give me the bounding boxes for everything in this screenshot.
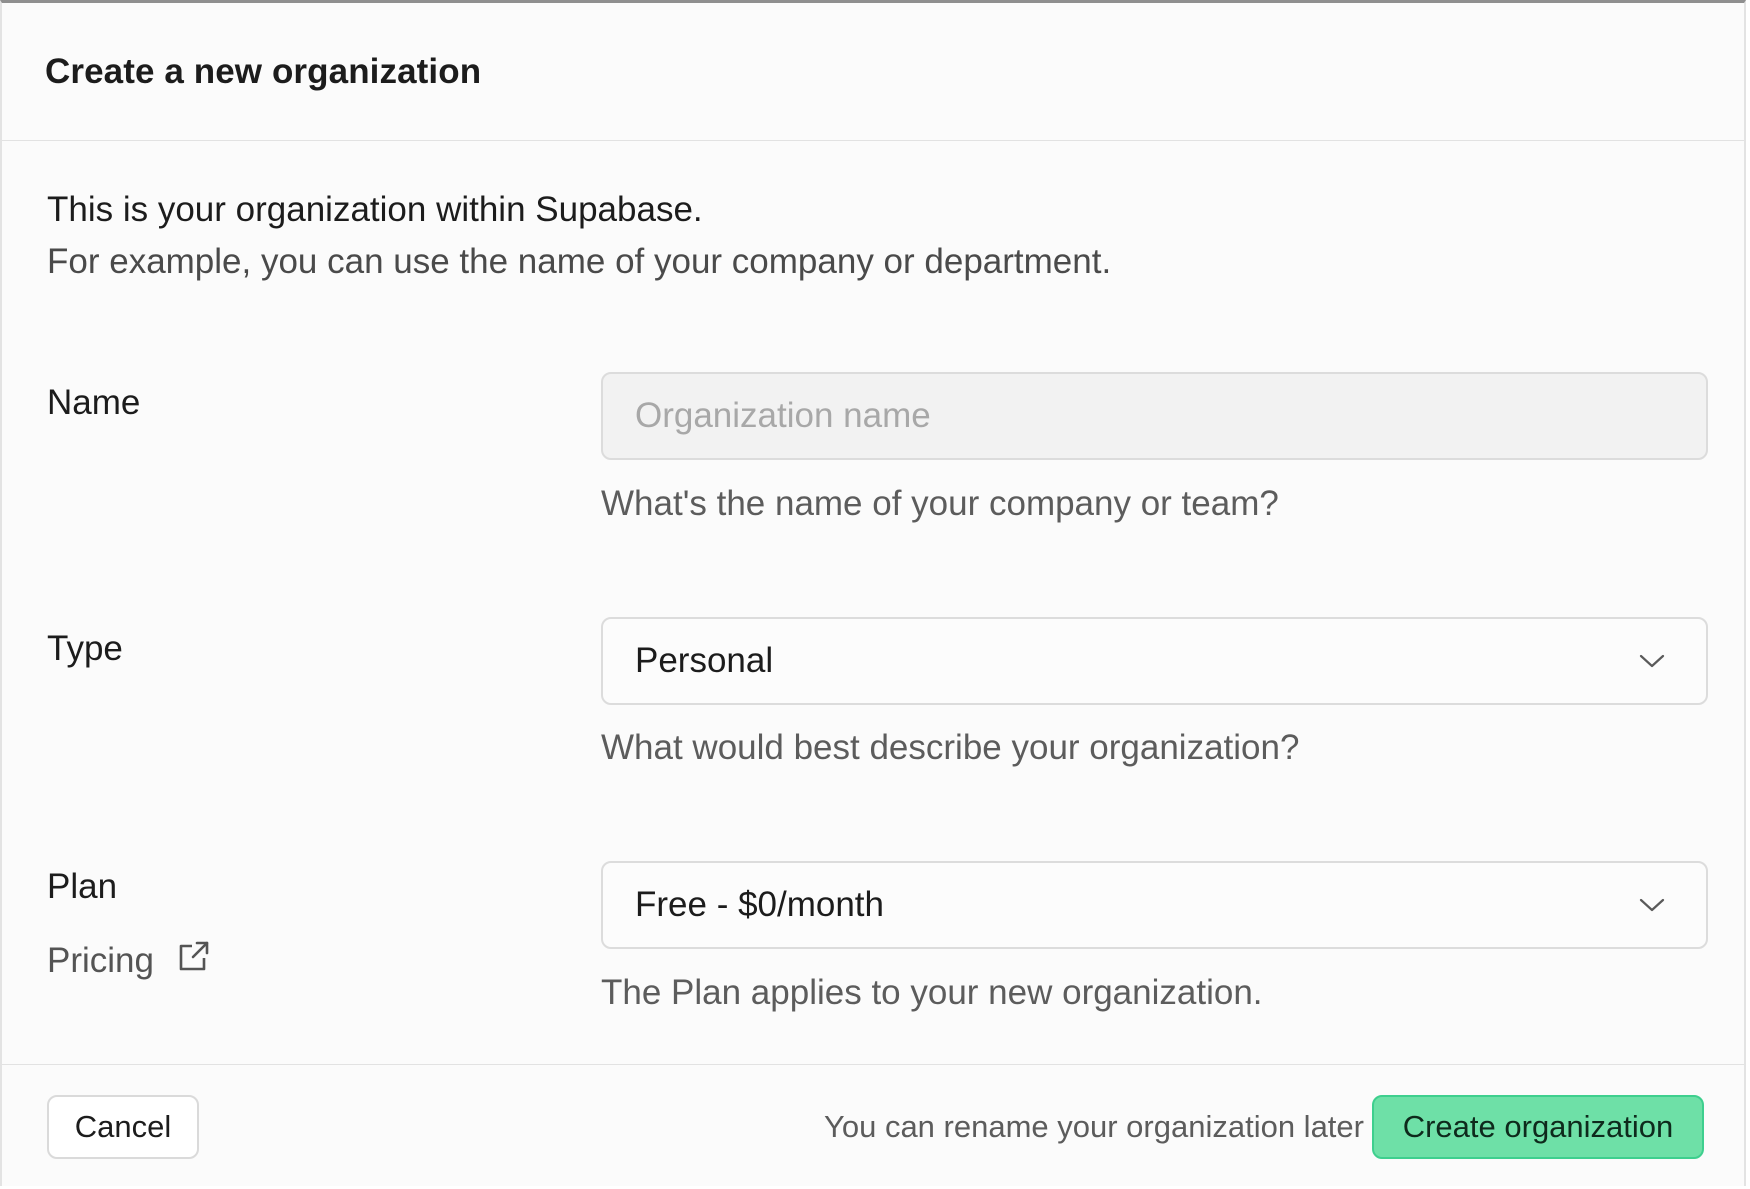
pricing-link-label: Pricing [47,940,154,980]
plan-label: Plan [47,867,118,906]
pricing-link[interactable]: Pricing [47,938,212,983]
plan-select[interactable]: Free - $0/month [601,861,1708,949]
intro-subtitle: For example, you can use the name of you… [47,242,1112,281]
name-hint: What's the name of your company or team? [601,484,1279,523]
type-select[interactable]: Personal [601,617,1708,705]
chevron-down-icon [1638,891,1666,919]
organization-name-input[interactable] [601,372,1708,460]
cancel-button[interactable]: Cancel [47,1095,199,1159]
dialog-intro: This is your organization within Supabas… [47,188,1111,284]
type-select-value: Personal [635,641,774,680]
intro-title: This is your organization within Supabas… [47,190,703,229]
name-label: Name [47,383,141,422]
dialog-footer: Cancel You can rename your organization … [2,1064,1744,1186]
external-link-icon [176,938,212,983]
rename-note: You can rename your organization later [824,1109,1364,1144]
create-organization-dialog: Create a new organization This is your o… [0,0,1746,1186]
dialog-header: Create a new organization [2,3,1744,141]
plan-hint: The Plan applies to your new organizatio… [601,973,1263,1012]
type-label: Type [47,629,123,668]
create-organization-button[interactable]: Create organization [1372,1095,1704,1159]
plan-select-value: Free - $0/month [635,885,884,924]
type-hint: What would best describe your organizati… [601,728,1300,767]
dialog-title: Create a new organization [45,51,482,91]
chevron-down-icon [1638,647,1666,675]
